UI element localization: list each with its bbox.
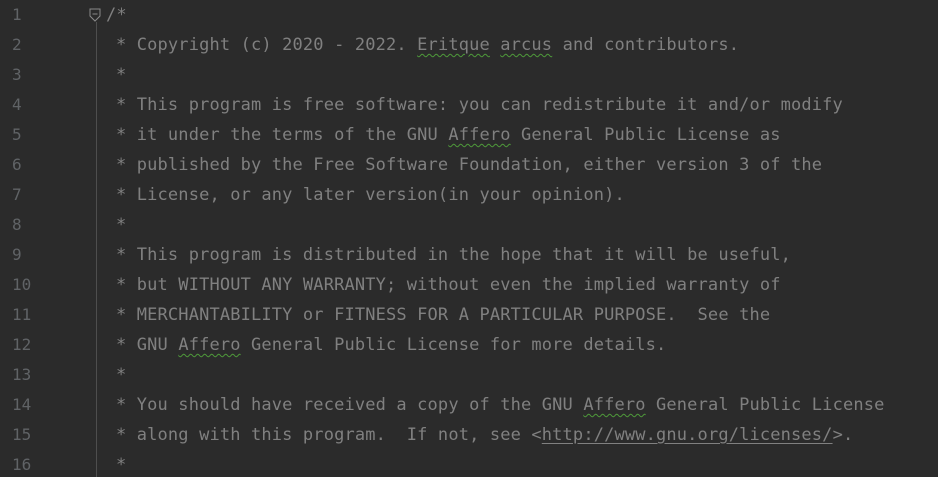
line-number: 6	[12, 155, 22, 174]
code-line[interactable]: 6 * published by the Free Software Founda…	[0, 150, 938, 180]
comment-text: and contributors.	[552, 35, 740, 55]
code-line[interactable]: 1 /*	[0, 0, 938, 30]
line-number: 16	[12, 455, 32, 474]
comment-text: *	[116, 455, 127, 475]
code-text: * MERCHANTABILITY or FITNESS FOR A PARTI…	[116, 300, 770, 330]
code-text: * You should have received a copy of the…	[116, 390, 885, 420]
comment-text: * License, or any later version(in your …	[116, 185, 625, 205]
code-line[interactable]: 11 * MERCHANTABILITY or FITNESS FOR A PAR…	[0, 300, 938, 330]
comment-text: >.	[832, 425, 854, 445]
line-number: 3	[12, 65, 22, 84]
line-number: 13	[12, 365, 32, 384]
code-text: * GNU Affero General Public License for …	[116, 330, 666, 360]
code-line[interactable]: 16 *	[0, 450, 938, 477]
line-number: 9	[12, 245, 22, 264]
comment-text: *	[116, 365, 127, 385]
comment-text: General Public License for more details.	[240, 335, 667, 355]
license-link[interactable]: http://www.gnu.org/licenses/	[542, 425, 833, 445]
line-number: 4	[12, 95, 22, 114]
code-text: * This program is free software: you can…	[116, 90, 843, 120]
line-number: 10	[12, 275, 32, 294]
code-text: * it under the terms of the GNU Affero G…	[116, 120, 781, 150]
code-text: *	[116, 60, 126, 90]
typo-word: Eritque	[417, 35, 490, 55]
comment-text: *	[116, 215, 127, 235]
comment-text: /*	[106, 5, 127, 25]
comment-text: General Public License	[645, 395, 885, 415]
typo-word: Affero	[178, 335, 241, 355]
code-text: *	[116, 450, 126, 477]
comment-text: *	[116, 65, 127, 85]
comment-text: * This program is free software: you can…	[116, 95, 843, 115]
comment-text: * Copyright (c) 2020 - 2022.	[116, 35, 418, 55]
code-text: * License, or any later version(in your …	[116, 180, 625, 210]
code-text: * Copyright (c) 2020 - 2022. Eritque arc…	[116, 30, 739, 60]
code-editor[interactable]: 1 /* 2 * Copyright (c) 2020 - 2022. Eritque…	[0, 0, 938, 477]
code-line[interactable]: 2 * Copyright (c) 2020 - 2022. Eritque ar…	[0, 30, 938, 60]
comment-text: General Public License as	[510, 125, 781, 145]
comment-text: * it under the terms of the GNU	[116, 125, 449, 145]
code-text: /*	[106, 0, 127, 30]
code-text: * but WITHOUT ANY WARRANTY; without even…	[116, 270, 781, 300]
comment-text: * MERCHANTABILITY or FITNESS FOR A PARTI…	[116, 305, 771, 325]
typo-word: Affero	[583, 395, 646, 415]
code-line[interactable]: 10 * but WITHOUT ANY WARRANTY; without ev…	[0, 270, 938, 300]
code-line[interactable]: 4 * This program is free software: you ca…	[0, 90, 938, 120]
line-number: 12	[12, 335, 32, 354]
line-number: 5	[12, 125, 22, 144]
code-line[interactable]: 3 *	[0, 60, 938, 90]
line-number: 8	[12, 215, 22, 234]
code-line[interactable]: 12 * GNU Affero General Public License fo…	[0, 330, 938, 360]
line-number: 1	[12, 5, 22, 24]
comment-text: * You should have received a copy of the…	[116, 395, 584, 415]
code-text: * published by the Free Software Foundat…	[116, 150, 822, 180]
comment-text: * This program is distributed in the hop…	[116, 245, 792, 265]
comment-text: * published by the Free Software Foundat…	[116, 155, 823, 175]
code-line[interactable]: 7 * License, or any later version(in your…	[0, 180, 938, 210]
code-text: * This program is distributed in the hop…	[116, 240, 791, 270]
code-line[interactable]: 8 *	[0, 210, 938, 240]
code-text: *	[116, 210, 126, 240]
typo-word: arcus	[500, 35, 553, 55]
code-text: * along with this program. If not, see <…	[116, 420, 853, 450]
typo-word: Affero	[448, 125, 511, 145]
comment-text: * GNU	[116, 335, 179, 355]
line-number: 7	[12, 185, 22, 204]
comment-text: * along with this program. If not, see <	[116, 425, 542, 445]
comment-text: * but WITHOUT ANY WARRANTY; without even…	[116, 275, 781, 295]
code-line[interactable]: 5 * it under the terms of the GNU Affero …	[0, 120, 938, 150]
code-line[interactable]: 15 * along with this program. If not, see…	[0, 420, 938, 450]
code-text: *	[116, 360, 126, 390]
line-number: 2	[12, 35, 22, 54]
line-number: 15	[12, 425, 32, 444]
code-line[interactable]: 14 * You should have received a copy of t…	[0, 390, 938, 420]
comment-text	[490, 35, 500, 55]
code-line[interactable]: 13 *	[0, 360, 938, 390]
line-number: 14	[12, 395, 32, 414]
code-line[interactable]: 9 * This program is distributed in the ho…	[0, 240, 938, 270]
line-number: 11	[12, 305, 32, 324]
